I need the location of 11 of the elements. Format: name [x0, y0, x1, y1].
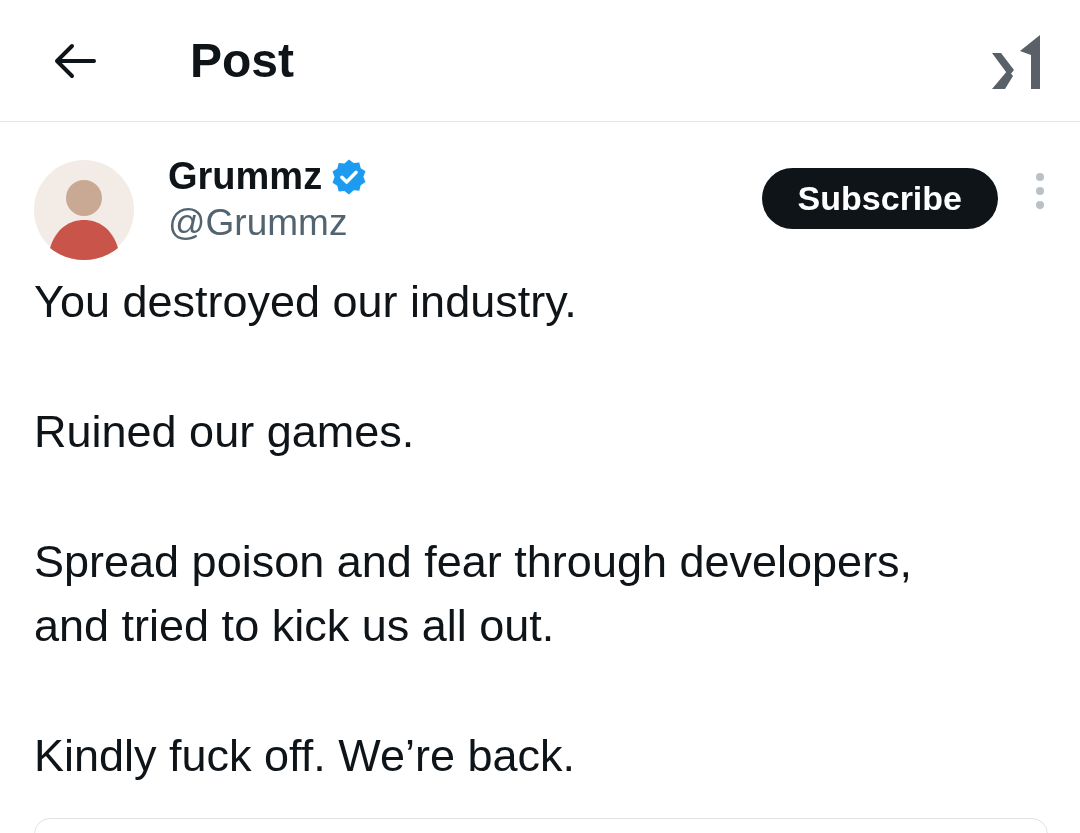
avatar[interactable]: [34, 160, 134, 260]
post-paragraph: Ruined our games.: [34, 405, 416, 459]
author-handle[interactable]: @Grummz: [168, 202, 762, 244]
post-paragraph: Spread poison and fear through developers, and tried to kick us all out.: [34, 535, 914, 653]
author-name[interactable]: Grummz: [168, 155, 323, 198]
subscribe-button[interactable]: Subscribe: [761, 168, 998, 229]
page-title: Post: [190, 33, 295, 88]
post-paragraph: Kindly fuck off. We’re back.: [34, 729, 577, 783]
back-arrow-icon[interactable]: [52, 42, 96, 79]
logo-icon[interactable]: [990, 32, 1042, 89]
post-paragraph: You destroyed our industry.: [34, 275, 578, 329]
